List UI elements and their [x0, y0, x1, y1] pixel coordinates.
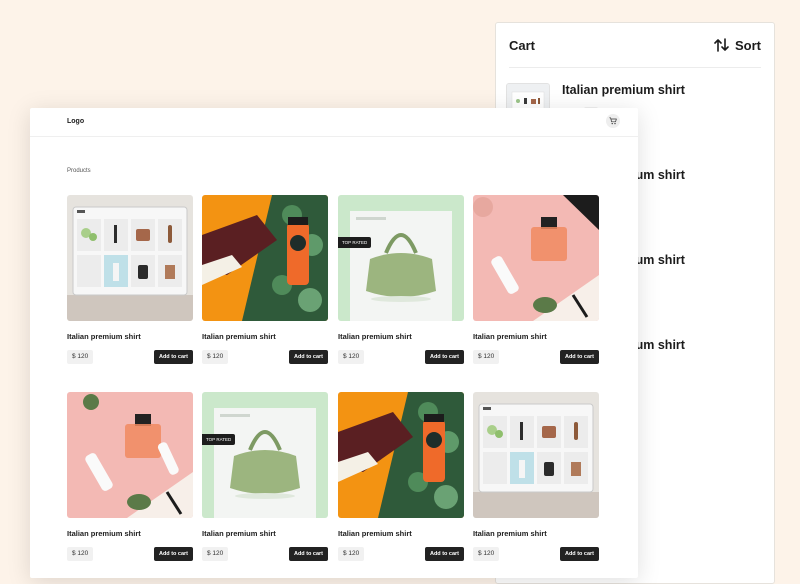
- product-card[interactable]: TOP RATED Italian premium shirt $ 120 Ad…: [202, 392, 328, 561]
- cart-button[interactable]: [606, 114, 620, 128]
- product-name: Italian premium shirt: [338, 332, 412, 341]
- product-card[interactable]: Italian premium shirt $ 120 Add to cart: [338, 392, 464, 561]
- product-price: $ 120: [67, 350, 94, 364]
- sort-label: Sort: [735, 37, 761, 53]
- perfume-cosmetics-photo[interactable]: [67, 392, 193, 518]
- product-name: Italian premium shirt: [202, 529, 276, 538]
- sort-button[interactable]: Sort: [714, 38, 761, 53]
- product-price: $ 120: [202, 350, 229, 364]
- product-name: Italian premium shirt: [338, 529, 412, 538]
- sort-arrows-icon: [714, 38, 729, 52]
- add-to-cart-button[interactable]: Add to cart: [288, 350, 328, 364]
- logo[interactable]: Logo: [67, 118, 84, 125]
- product-price: $ 120: [338, 547, 365, 561]
- product-card[interactable]: Italian premium shirt $ 120 Add to cart: [202, 195, 328, 364]
- add-to-cart-button[interactable]: Add to cart: [559, 350, 599, 364]
- product-price: $ 120: [202, 547, 229, 561]
- add-to-cart-button[interactable]: Add to cart: [153, 547, 193, 561]
- product-name: Italian premium shirt: [473, 529, 547, 538]
- shop-window: Logo Products Italian premium shirt $ 12…: [30, 108, 638, 578]
- product-name: Italian premium shirt: [67, 332, 141, 341]
- perfume-cosmetics-photo[interactable]: [473, 195, 599, 321]
- product-card[interactable]: Italian premium shirt $ 120 Add to cart: [67, 195, 193, 364]
- top-rated-badge: TOP RATED: [202, 434, 236, 445]
- product-card[interactable]: Italian premium shirt $ 120 Add to cart: [473, 392, 599, 561]
- cart-title: Cart: [509, 37, 536, 53]
- top-rated-badge: TOP RATED: [338, 237, 372, 248]
- tablet-shop-photo[interactable]: [67, 195, 193, 321]
- green-bag-photo[interactable]: TOP RATED: [338, 195, 464, 321]
- add-to-cart-button[interactable]: Add to cart: [288, 547, 328, 561]
- tablet-shop-photo[interactable]: [473, 392, 599, 518]
- product-name: Italian premium shirt: [67, 529, 141, 538]
- product-card[interactable]: TOP RATED Italian premium shirt $ 120 Ad…: [338, 195, 464, 364]
- top-bar: Logo: [30, 108, 638, 137]
- add-to-cart-button[interactable]: Add to cart: [424, 350, 464, 364]
- sneaker-juice-photo[interactable]: [202, 195, 328, 321]
- product-price: $ 120: [473, 350, 500, 364]
- add-to-cart-button[interactable]: Add to cart: [559, 547, 599, 561]
- add-to-cart-button[interactable]: Add to cart: [153, 350, 193, 364]
- product-price: $ 120: [338, 350, 365, 364]
- green-bag-photo[interactable]: TOP RATED: [202, 392, 328, 518]
- cart-header: Cart Sort: [509, 23, 761, 68]
- product-name: Italian premium shirt: [202, 332, 276, 341]
- product-card[interactable]: Italian premium shirt $ 120 Add to cart: [473, 195, 599, 364]
- product-card[interactable]: Italian premium shirt $ 120 Add to cart: [67, 392, 193, 561]
- sneaker-juice-photo[interactable]: [338, 392, 464, 518]
- add-to-cart-button[interactable]: Add to cart: [424, 547, 464, 561]
- product-price: $ 120: [473, 547, 500, 561]
- shopping-cart-icon: [609, 117, 617, 125]
- product-name: Italian premium shirt: [473, 332, 547, 341]
- section-title: Products: [67, 168, 91, 174]
- cart-item-name: Italian premium shirt: [562, 83, 685, 97]
- product-price: $ 120: [67, 547, 94, 561]
